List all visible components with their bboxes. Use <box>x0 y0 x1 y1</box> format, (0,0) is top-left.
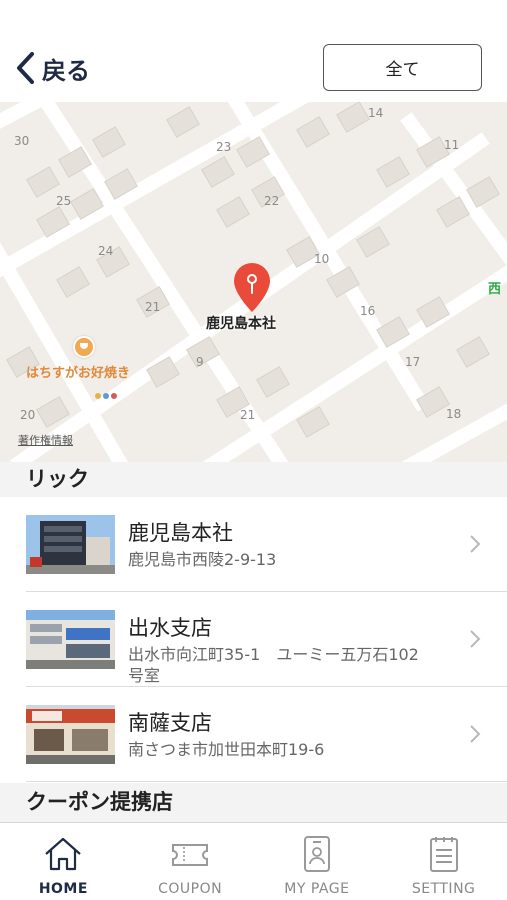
map-block-number: 16 <box>360 304 376 318</box>
map-block-number: 21 <box>240 408 256 422</box>
map-block-number: 30 <box>14 134 30 148</box>
map-block-number: 20 <box>20 408 36 422</box>
branch-photo <box>26 610 115 669</box>
location-pin-icon[interactable] <box>230 262 274 314</box>
tab-coupon[interactable]: COUPON <box>127 823 254 900</box>
map-block-number: 11 <box>444 138 460 152</box>
branch-address: 南さつま市加世田本町19-6 <box>128 740 325 759</box>
map-block-number: 22 <box>264 194 280 208</box>
map-poi-dots <box>95 393 117 399</box>
tab-label: HOME <box>38 881 88 897</box>
branch-address: 出水市向江町35-1 ユーミー五万石102号室 <box>128 645 419 685</box>
branch-item[interactable]: 出水支店 出水市向江町35-1 ユーミー五万石102号室 <box>26 592 507 687</box>
ticket-icon <box>172 844 209 866</box>
map-pin-label: 鹿児島本社 <box>206 316 276 332</box>
chevron-left-icon <box>17 52 34 84</box>
header: 戻る 全て <box>0 0 507 102</box>
branch-name: 南薩支店 <box>128 711 212 735</box>
tab-bar: HOME COUPON MY PAGE SETTING <box>0 822 507 900</box>
map-legal-link[interactable]: 著作権情報 <box>18 432 73 448</box>
tab-label: MY PAGE <box>284 881 350 897</box>
chevron-right-icon <box>470 535 481 553</box>
section-title-coupon-partners: クーポン提携店 <box>0 783 507 822</box>
branch-photo <box>26 515 115 574</box>
tab-label: SETTING <box>411 881 476 897</box>
tab-my-page[interactable]: MY PAGE <box>254 823 381 900</box>
map-view[interactable]: 30 23 14 11 25 22 24 10 21 16 9 17 20 21… <box>0 102 507 462</box>
show-all-button[interactable]: 全て <box>323 44 482 91</box>
map-block-number: 17 <box>405 355 421 369</box>
branch-name: 出水支店 <box>128 616 212 640</box>
map-block-number: 14 <box>368 106 384 120</box>
map-block-number: 10 <box>314 252 330 266</box>
branch-item[interactable]: 南薩支店 南さつま市加世田本町19-6 <box>26 687 507 782</box>
member-card-icon <box>303 836 330 872</box>
tab-home[interactable]: HOME <box>0 823 127 900</box>
branch-name: 鹿児島本社 <box>128 521 233 545</box>
back-label: 戻る <box>42 56 90 85</box>
home-icon <box>45 837 82 871</box>
map-block-number: 18 <box>446 407 462 421</box>
map-block-number: 23 <box>216 140 232 154</box>
back-button[interactable]: 戻る <box>14 50 90 86</box>
branch-item[interactable]: 鹿児島本社 鹿児島市西陵2-9-13 <box>26 497 507 592</box>
map-block-number: 24 <box>98 244 114 258</box>
restaurant-icon[interactable] <box>73 336 95 358</box>
map-block-number: 9 <box>196 355 204 369</box>
tab-label: COUPON <box>158 881 223 897</box>
branch-address: 鹿児島市西陵2-9-13 <box>128 550 277 569</box>
clipboard-icon <box>429 837 458 872</box>
map-poi-label[interactable]: はちすがお好焼き <box>26 362 130 381</box>
map-block-number: 25 <box>56 194 72 208</box>
chevron-right-icon <box>470 630 481 648</box>
section-title-branches: リック <box>0 462 507 497</box>
tab-setting[interactable]: SETTING <box>380 823 507 900</box>
chevron-right-icon <box>470 725 481 743</box>
map-block-number: 21 <box>145 300 161 314</box>
branch-photo <box>26 705 115 764</box>
branch-list: 鹿児島本社 鹿児島市西陵2-9-13 出水支店 出水市向江町35-1 ユーミー五… <box>0 497 507 782</box>
map-edge-label: 西 <box>488 282 502 297</box>
